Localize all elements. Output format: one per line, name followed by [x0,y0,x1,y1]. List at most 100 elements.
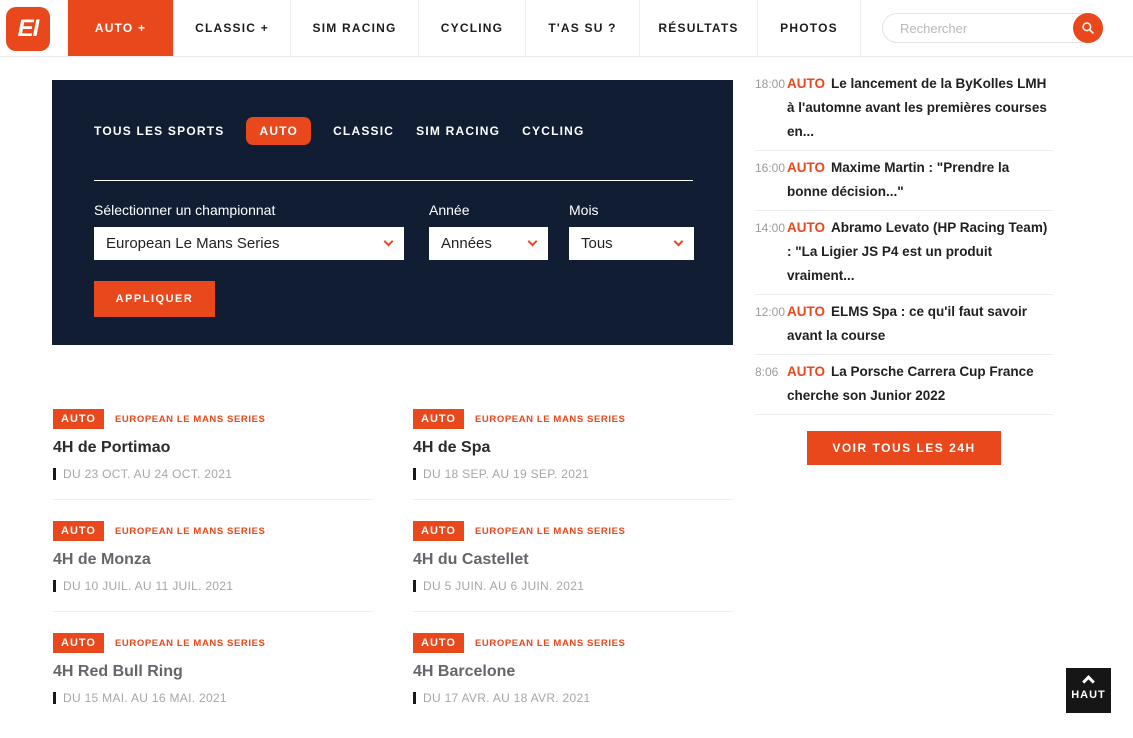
event-title[interactable]: 4H de Spa [413,439,733,457]
see-all-news-button[interactable]: VOIR TOUS LES 24H [807,431,1001,465]
main-nav: AUTO + CLASSIC + SIM RACING CYCLING T'AS… [67,0,861,56]
series-label[interactable]: EUROPEAN LE MANS SERIES [475,526,626,537]
news-time: 8:06 [755,365,779,379]
news-title: AUTO Le lancement de la ByKolles LMH à l'… [787,72,1053,144]
chevron-up-icon [1082,675,1095,688]
search-button[interactable] [1073,13,1103,43]
nav-item-photos[interactable]: PHOTOS [757,0,861,56]
category-badge: AUTO [53,521,104,541]
sport-tabs: TOUS LES SPORTS AUTO CLASSIC SIM RACING … [94,116,585,145]
news-category-tag: AUTO [787,364,826,379]
news-title: AUTO ELMS Spa : ce qu'il faut savoir avan… [787,300,1053,348]
event-date-text: DU 15 MAI. AU 16 MAI. 2021 [63,691,227,705]
news-category-tag: AUTO [787,76,826,91]
news-time: 18:00 [755,77,786,91]
filter-form: Sélectionner un championnat European Le … [94,202,694,260]
nav-item-classic[interactable]: CLASSIC + [173,0,290,56]
category-badge: AUTO [53,409,104,429]
month-value: Tous [581,235,613,252]
tab-tous-les-sports[interactable]: TOUS LES SPORTS [94,124,224,138]
event-date: DU 5 JUIN. AU 6 JUIN. 2021 [413,579,733,593]
event-date: DU 18 SEP. AU 19 SEP. 2021 [413,467,733,481]
back-to-top-label: HAUT [1071,689,1106,701]
event-title[interactable]: 4H Barcelone [413,663,733,681]
tab-auto[interactable]: AUTO [246,116,312,145]
card-divider [53,611,373,612]
news-category-tag: AUTO [787,160,826,175]
event-title[interactable]: 4H du Castellet [413,551,733,569]
news-item[interactable]: 16:00 AUTO Maxime Martin : "Prendre la bo… [755,151,1053,211]
news-category-tag: AUTO [787,304,826,319]
event-card[interactable]: AUTO EUROPEAN LE MANS SERIES 4H Red Bull… [53,626,373,738]
nav-item-sim-racing[interactable]: SIM RACING [290,0,418,56]
news-item[interactable]: 8:06 AUTO La Porsche Carrera Cup France c… [755,355,1053,415]
nav-item-cycling[interactable]: CYCLING [418,0,525,56]
date-marker [413,468,416,480]
event-date: DU 17 AVR. AU 18 AVR. 2021 [413,691,733,705]
series-label[interactable]: EUROPEAN LE MANS SERIES [115,526,266,537]
championship-value: European Le Mans Series [106,235,280,252]
news-title-text: Abramo Levato (HP Racing Team) : "La Lig… [787,220,1048,283]
tab-classic[interactable]: CLASSIC [333,124,394,138]
panel-divider [94,180,693,181]
nav-item-resultats[interactable]: RÉSULTATS [639,0,757,56]
series-label[interactable]: EUROPEAN LE MANS SERIES [115,414,266,425]
year-select[interactable]: Années [429,227,548,260]
back-to-top-button[interactable]: HAUT [1066,668,1111,713]
date-marker [413,580,416,592]
event-card[interactable]: AUTO EUROPEAN LE MANS SERIES 4H Barcelon… [413,626,733,738]
year-field: Année Années [429,202,548,260]
news-time: 12:00 [755,305,786,319]
tab-cycling[interactable]: CYCLING [522,124,584,138]
search-input[interactable] [883,20,1102,36]
news-title-text: Le lancement de la ByKolles LMH à l'auto… [787,76,1047,139]
date-marker [53,692,56,704]
event-date-text: DU 5 JUIN. AU 6 JUIN. 2021 [423,579,585,593]
year-value: Années [441,235,492,252]
card-divider [413,499,733,500]
card-divider [53,499,373,500]
events-column-left: AUTO EUROPEAN LE MANS SERIES 4H de Porti… [53,402,373,738]
search-box [882,13,1103,43]
event-date: DU 10 JUIL. AU 11 JUIL. 2021 [53,579,373,593]
event-title[interactable]: 4H de Portimao [53,439,373,457]
event-card[interactable]: AUTO EUROPEAN LE MANS SERIES 4H de Spa D… [413,402,733,514]
nav-item-auto[interactable]: AUTO + [67,0,173,56]
category-badge: AUTO [413,409,464,429]
site-logo[interactable]: EI [6,7,50,51]
news-title: AUTO Maxime Martin : "Prendre la bonne dé… [787,156,1053,204]
championship-field: Sélectionner un championnat European Le … [94,202,404,260]
chevron-down-icon [673,236,684,247]
top-nav-bar: EI AUTO + CLASSIC + SIM RACING CYCLING T… [0,0,1133,57]
news-title: AUTO Abramo Levato (HP Racing Team) : "La… [787,216,1053,288]
date-marker [53,580,56,592]
news-item[interactable]: 18:00 AUTO Le lancement de la ByKolles LM… [755,67,1053,151]
nav-item-tas-su[interactable]: T'AS SU ? [525,0,639,56]
year-label: Année [429,202,470,218]
championship-label: Sélectionner un championnat [94,202,276,218]
series-label[interactable]: EUROPEAN LE MANS SERIES [475,638,626,649]
series-label[interactable]: EUROPEAN LE MANS SERIES [115,638,266,649]
news-time: 16:00 [755,161,786,175]
event-card[interactable]: AUTO EUROPEAN LE MANS SERIES 4H de Monza… [53,514,373,626]
apply-button[interactable]: APPLIQUER [94,281,215,317]
event-title[interactable]: 4H Red Bull Ring [53,663,373,681]
month-label: Mois [569,202,599,218]
news-more-wrap: VOIR TOUS LES 24H [755,415,1053,465]
tab-sim-racing[interactable]: SIM RACING [416,124,500,138]
event-date: DU 23 OCT. AU 24 OCT. 2021 [53,467,373,481]
news-item[interactable]: 14:00 AUTO Abramo Levato (HP Racing Team)… [755,211,1053,295]
date-marker [413,692,416,704]
championship-select[interactable]: European Le Mans Series [94,227,404,260]
event-title[interactable]: 4H de Monza [53,551,373,569]
news-title: AUTO La Porsche Carrera Cup France cherch… [787,360,1053,408]
event-card[interactable]: AUTO EUROPEAN LE MANS SERIES 4H du Caste… [413,514,733,626]
month-field: Mois Tous [569,202,694,260]
event-date-text: DU 10 JUIL. AU 11 JUIL. 2021 [63,579,234,593]
event-card[interactable]: AUTO EUROPEAN LE MANS SERIES 4H de Porti… [53,402,373,514]
news-item[interactable]: 12:00 AUTO ELMS Spa : ce qu'il faut savoi… [755,295,1053,355]
events-column-right: AUTO EUROPEAN LE MANS SERIES 4H de Spa D… [413,402,733,738]
events-grid: AUTO EUROPEAN LE MANS SERIES 4H de Porti… [53,402,733,738]
month-select[interactable]: Tous [569,227,694,260]
series-label[interactable]: EUROPEAN LE MANS SERIES [475,414,626,425]
